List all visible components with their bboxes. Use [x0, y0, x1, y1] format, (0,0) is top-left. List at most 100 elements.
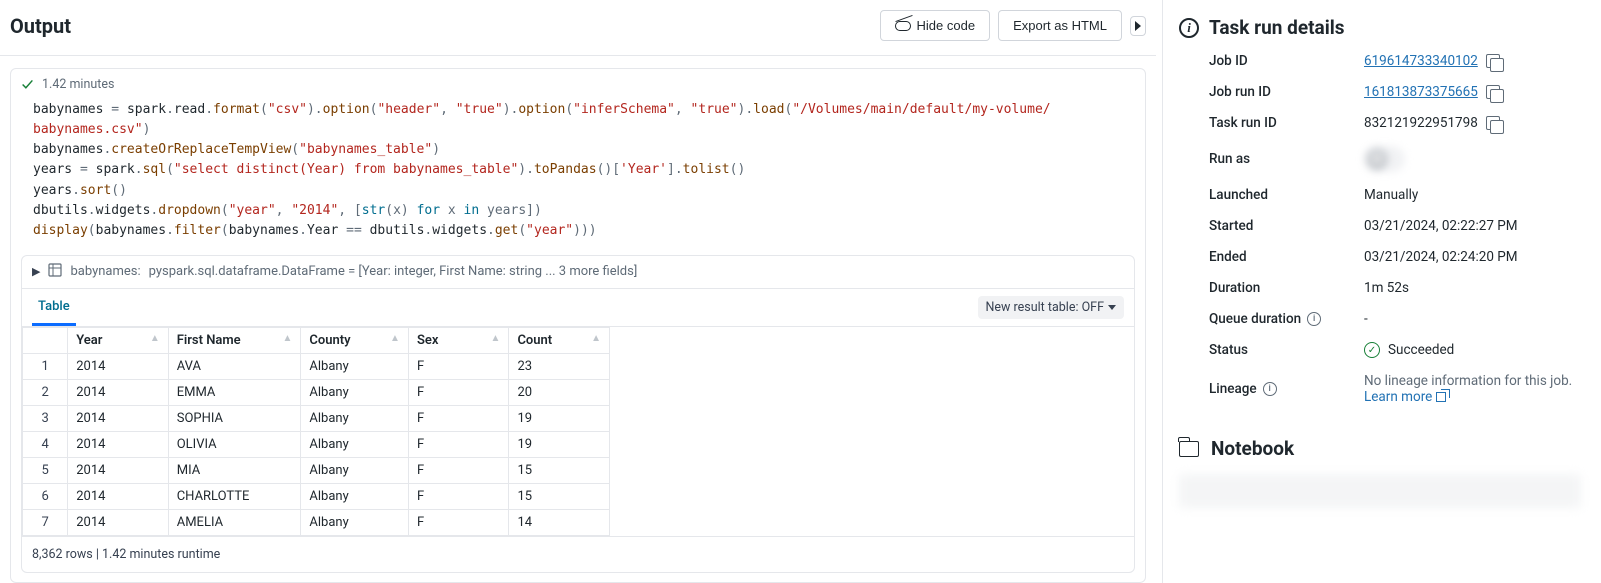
cell-count: 19 [509, 431, 610, 457]
notebook-title: Notebook [1211, 437, 1294, 460]
info-small-icon[interactable]: i [1263, 382, 1277, 396]
expand-triangle-icon: ▶ [32, 265, 40, 278]
copy-icon[interactable] [1486, 116, 1500, 130]
value-ended: 03/21/2024, 02:24:20 PM [1364, 249, 1581, 265]
cell-first-name: AVA [168, 353, 301, 379]
external-link-icon [1436, 392, 1446, 402]
cell-first-name: OLIVIA [168, 431, 301, 457]
cell-year: 2014 [68, 379, 169, 405]
cell-index: 4 [23, 431, 68, 457]
cell-index: 2 [23, 379, 68, 405]
success-check-icon [21, 78, 34, 91]
export-html-button[interactable]: Export as HTML [998, 10, 1122, 41]
cell-sex: F [408, 431, 509, 457]
cell-index: 3 [23, 405, 68, 431]
value-duration: 1m 52s [1364, 280, 1581, 296]
label-duration: Duration [1209, 280, 1364, 296]
value-queue-duration: - [1364, 311, 1581, 327]
value-task-run-id: 832121922951798 [1364, 115, 1478, 131]
cell-county: Albany [301, 405, 409, 431]
table-row[interactable]: 12014AVAAlbanyF23 [23, 353, 610, 379]
cell-count: 14 [509, 509, 610, 535]
code-cell: 1.42 minutes babynames = spark.read.form… [10, 68, 1146, 583]
cell-count: 15 [509, 457, 610, 483]
link-job-id[interactable]: 619614733340102 [1364, 53, 1478, 69]
tab-table[interactable]: Table [32, 289, 76, 326]
lineage-learn-more-link[interactable]: Learn more [1364, 389, 1446, 405]
cell-county: Albany [301, 379, 409, 405]
value-launched: Manually [1364, 187, 1581, 203]
hide-code-button[interactable]: Hide code [880, 10, 991, 41]
cell-count: 23 [509, 353, 610, 379]
cell-sex: F [408, 353, 509, 379]
cell-count: 15 [509, 483, 610, 509]
side-header: i Task run details [1179, 16, 1581, 39]
cell-status: 1.42 minutes [11, 69, 1145, 94]
user-chip[interactable]: ◯ [1364, 146, 1405, 172]
table-row[interactable]: 62014CHARLOTTEAlbanyF15 [23, 483, 610, 509]
task-run-details-panel: i Task run details Job ID 61961473334010… [1163, 0, 1601, 583]
avatar-icon: ◯ [1367, 149, 1387, 169]
dataframe-icon [48, 263, 62, 281]
cell-first-name: CHARLOTTE [168, 483, 301, 509]
status-success-icon: ✓ [1364, 342, 1380, 358]
link-job-run-id[interactable]: 161813873375665 [1364, 84, 1478, 100]
cell-sex: F [408, 405, 509, 431]
side-title: Task run details [1209, 16, 1345, 39]
result-toggle-label: New result table: OFF [986, 300, 1104, 315]
table-row[interactable]: 32014SOPHIAAlbanyF19 [23, 405, 610, 431]
cell-runtime-label: 1.42 minutes [42, 77, 114, 92]
copy-icon[interactable] [1486, 85, 1500, 99]
sort-icon: ▲ [390, 333, 400, 344]
cell-county: Albany [301, 483, 409, 509]
label-job-id: Job ID [1209, 53, 1364, 69]
new-result-table-toggle[interactable]: New result table: OFF [978, 296, 1124, 319]
table-row[interactable]: 52014MIAAlbanyF15 [23, 457, 610, 483]
page-title: Output [10, 14, 880, 38]
label-launched: Launched [1209, 187, 1364, 203]
cell-year: 2014 [68, 509, 169, 535]
output-header: Output Hide code Export as HTML [0, 0, 1156, 56]
chevron-down-icon [1108, 305, 1116, 310]
info-small-icon[interactable]: i [1307, 312, 1321, 326]
cell-county: Albany [301, 457, 409, 483]
results-table: Year▲ First Name▲ County▲ Sex▲ Count▲ 12… [22, 327, 610, 536]
code-block: babynames = spark.read.format("csv").opt… [11, 94, 1145, 255]
cell-year: 2014 [68, 431, 169, 457]
cell-index: 1 [23, 353, 68, 379]
info-icon: i [1179, 18, 1199, 38]
table-row[interactable]: 22014EMMAAlbanyF20 [23, 379, 610, 405]
value-lineage: No lineage information for this job. Lea… [1364, 373, 1581, 405]
sort-icon: ▲ [491, 333, 501, 344]
table-row[interactable]: 42014OLIVIAAlbanyF19 [23, 431, 610, 457]
col-index[interactable] [23, 327, 68, 353]
col-sex[interactable]: Sex▲ [408, 327, 509, 353]
notebook-path-redacted [1179, 474, 1581, 508]
result-tabs: Table New result table: OFF [21, 289, 1135, 327]
cell-year: 2014 [68, 483, 169, 509]
cell-year: 2014 [68, 405, 169, 431]
value-started: 03/21/2024, 02:22:27 PM [1364, 218, 1581, 234]
cell-first-name: SOPHIA [168, 405, 301, 431]
value-status: ✓Succeeded [1364, 342, 1581, 358]
cell-sex: F [408, 379, 509, 405]
df-var-name: babynames: [70, 264, 140, 279]
cell-count: 19 [509, 405, 610, 431]
cell-index: 5 [23, 457, 68, 483]
dataframe-summary[interactable]: ▶ babynames: pyspark.sql.dataframe.DataF… [21, 255, 1135, 289]
col-county[interactable]: County▲ [301, 327, 409, 353]
col-count[interactable]: Count▲ [509, 327, 610, 353]
sort-icon: ▲ [150, 333, 160, 344]
eye-off-icon [895, 21, 911, 31]
table-row[interactable]: 72014AMELIAAlbanyF14 [23, 509, 610, 535]
folder-icon [1179, 441, 1199, 457]
col-first-name[interactable]: First Name▲ [168, 327, 301, 353]
label-started: Started [1209, 218, 1364, 234]
sort-icon: ▲ [282, 333, 292, 344]
collapse-panel-button[interactable] [1130, 16, 1146, 36]
cell-county: Albany [301, 353, 409, 379]
cell-year: 2014 [68, 353, 169, 379]
col-year[interactable]: Year▲ [68, 327, 169, 353]
copy-icon[interactable] [1486, 54, 1500, 68]
df-type: pyspark.sql.dataframe.DataFrame = [Year:… [149, 264, 638, 279]
